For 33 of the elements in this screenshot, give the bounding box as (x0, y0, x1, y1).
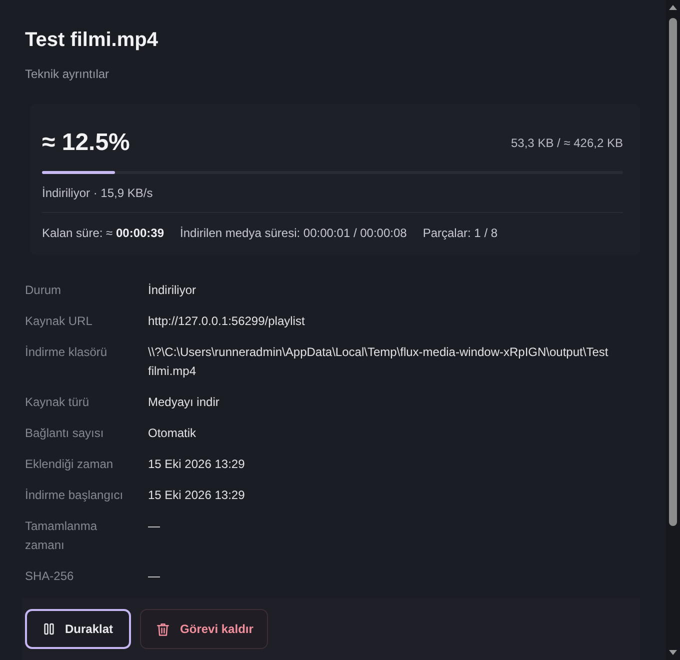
scrollbar-thumb[interactable] (669, 18, 677, 526)
percent-text: ≈ 12.5% (42, 128, 130, 158)
detail-label: Kaynak URL (25, 313, 94, 330)
page-title: Test filmi.mp4 (25, 28, 159, 53)
detail-value: İndiriliyor (148, 282, 198, 299)
detail-value: http://127.0.0.1:56299/playlist (148, 313, 306, 330)
stat-text: Kalan süre: ≈ 00:00:39 (42, 225, 164, 241)
scroll-up-icon[interactable] (669, 5, 677, 10)
detail-value: Medyayı indir (148, 394, 220, 411)
detail-value: 15 Eki 2026 13:29 (148, 456, 246, 473)
detail-value: Otomatik (148, 425, 198, 442)
pause-icon (44, 623, 54, 635)
stat-text: İndirilen medya süresi: 00:00:01 / 00:00:08 (180, 225, 407, 241)
stat-text: Parçalar: 1 / 8 (422, 225, 498, 241)
pause-button[interactable]: Duraklat (25, 609, 132, 649)
detail-label: SHA-256 (25, 568, 75, 585)
remove-task-button[interactable]: Görevi kaldır (140, 609, 268, 649)
detail-label: Durum (25, 282, 62, 299)
trash-icon (157, 622, 170, 636)
detail-label: Tamamlanma zamanı (25, 518, 98, 554)
detail-value: \\?\C:\Users\runneradmin\AppData\Local\Temp\flux-media-window-xRpIGN\output\Test filmi.mp4 (148, 344, 610, 380)
status-text: İndiriliyor · 15,9 KB/s (42, 185, 154, 201)
detail-label: İndirme klasörü (25, 344, 108, 361)
detail-value: — (148, 568, 161, 585)
scroll-down-icon[interactable] (669, 650, 677, 655)
detail-value: — (148, 518, 161, 535)
detail-value: 15 Eki 2026 13:29 (148, 487, 246, 504)
detail-label: İndirme başlangıcı (25, 487, 124, 504)
size-text: 53,3 KB / ≈ 426,2 KB (511, 135, 623, 151)
detail-label: Eklendiği zaman (25, 456, 114, 473)
subtitle-text: Teknik ayrıntılar (25, 66, 110, 82)
detail-label: Bağlantı sayısı (25, 425, 105, 442)
detail-label: Kaynak türü (25, 394, 90, 411)
